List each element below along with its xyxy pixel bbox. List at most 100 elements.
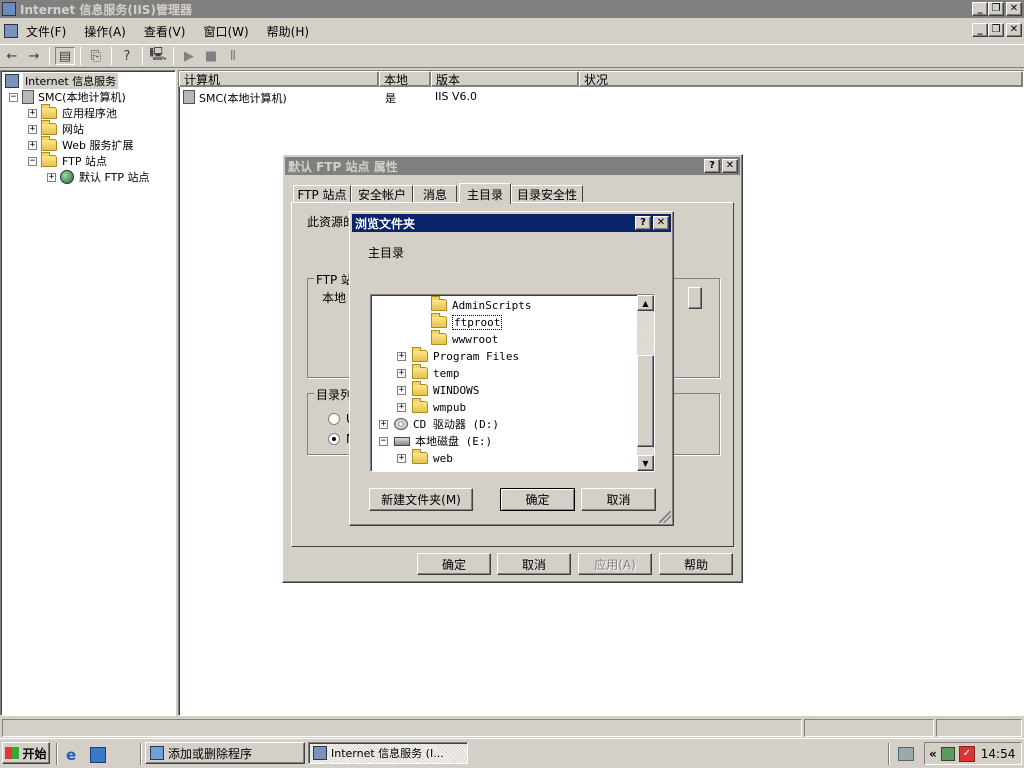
computer-icon[interactable]: 🖳 [148,47,168,65]
tree-pane[interactable]: Internet 信息服务 − SMC(本地计算机) + 应用程序池 + 网站 … [0,70,176,716]
child-close-button[interactable]: ✕ [1006,23,1022,37]
back-arrow-icon[interactable]: ← [2,47,22,65]
expand-icon[interactable]: + [28,124,37,134]
minimize-button[interactable]: _ [972,2,988,16]
browse-cancel-button[interactable]: 取消 [581,488,656,511]
tray-connection-icon[interactable] [940,746,955,761]
folder-icon [431,330,447,345]
folder-tree-item[interactable]: ftproot [431,313,503,330]
menu-help[interactable]: 帮助(H) [267,23,309,40]
ie-quicklaunch-icon[interactable]: e [66,747,82,763]
expand-icon[interactable]: + [397,368,406,378]
properties-close-button[interactable]: ✕ [722,159,738,173]
tree-computer[interactable]: − SMC(本地计算机) [9,89,126,105]
folder-tree-item[interactable]: + Program Files [397,347,519,364]
export-list-icon[interactable]: ⎘ [86,47,106,65]
help-question-button[interactable]: ? [704,159,720,173]
browse-titlebar[interactable]: 浏览文件夹 ? ✕ [352,214,671,232]
expand-icon[interactable]: + [397,453,406,463]
column-header-computer[interactable]: 计算机 [179,71,379,87]
ftp-site-icon [60,170,74,184]
folder-tree-item[interactable]: + WINDOWS [397,381,479,398]
folder-tree-item[interactable]: + wmpub [397,398,466,415]
show-tree-icon[interactable]: ▤ [55,47,75,65]
network-tray-icon[interactable] [898,747,914,761]
menu-view[interactable]: 查看(V) [144,23,186,40]
mmc-doc-icon [4,24,18,38]
folder-tree-item[interactable]: − 本地磁盘 (E:) [379,433,492,449]
browse-help-button[interactable]: ? [635,216,651,230]
scroll-down-arrow-icon[interactable]: ▼ [637,455,654,471]
scroll-thumb[interactable] [637,355,654,447]
collapse-icon[interactable]: − [28,156,37,166]
main-titlebar[interactable]: Internet 信息服务(IIS)管理器 _ ❐ ✕ [0,0,1024,18]
column-header-local[interactable]: 本地 [379,71,431,87]
tree-root[interactable]: Internet 信息服务 [5,73,119,89]
folder-icon [41,152,57,167]
expand-icon[interactable]: + [397,385,406,395]
expand-tray-icon[interactable]: « [929,747,937,761]
folder-tree-item[interactable]: + temp [397,364,460,381]
tab-security-accounts[interactable]: 安全帐户 [351,185,413,203]
properties-titlebar[interactable]: 默认 FTP 站点 属性 ? ✕ [285,157,740,175]
properties-help-button[interactable]: 帮助 [659,553,733,575]
close-button[interactable]: ✕ [1006,2,1022,16]
column-header-version[interactable]: 版本 [431,71,579,87]
expand-icon[interactable]: + [397,402,406,412]
list-row[interactable]: SMC(本地计算机) 是 IIS V6.0 [183,89,583,105]
tree-web-extensions[interactable]: + Web 服务扩展 [28,136,133,153]
tree-ftp-sites[interactable]: − FTP 站点 [28,152,107,169]
iis-root-icon [5,74,19,88]
pause-icon[interactable]: Ⅱ [223,47,243,65]
restore-button[interactable]: ❐ [988,2,1004,16]
play-icon[interactable]: ▶ [179,47,199,65]
tab-home-directory[interactable]: 主目录 [459,183,511,204]
expand-icon[interactable]: + [28,108,37,118]
server-icon [22,90,34,104]
browse-ok-button[interactable]: 确定 [500,488,575,511]
folder-tree-scrollbar[interactable]: ▲ ▼ [637,295,654,471]
expand-icon[interactable]: + [28,140,37,150]
browse-button[interactable] [688,287,702,309]
start-button[interactable]: 开始 [2,742,50,764]
child-restore-button[interactable]: ❐ [988,23,1004,37]
resize-grip-icon[interactable] [659,511,671,523]
child-minimize-button[interactable]: _ [972,23,988,37]
scroll-up-arrow-icon[interactable]: ▲ [637,295,654,311]
cd-drive-icon [394,418,408,430]
folder-icon [412,364,428,379]
new-folder-button[interactable]: 新建文件夹(M) [369,488,473,511]
collapse-icon[interactable]: − [379,436,388,446]
properties-apply-button[interactable]: 应用(A) [578,553,652,575]
expand-icon[interactable]: + [379,419,388,429]
tab-directory-security[interactable]: 目录安全性 [511,185,583,203]
help-icon[interactable]: ? [117,47,137,65]
collapse-icon[interactable]: − [9,92,18,102]
menu-file[interactable]: 文件(F) [26,23,66,40]
forward-arrow-icon[interactable]: → [24,47,44,65]
task-add-remove-programs[interactable]: 添加或删除程序 [145,742,305,764]
folder-tree-item[interactable]: wwwroot [431,330,498,347]
properties-ok-button[interactable]: 确定 [417,553,491,575]
folder-tree-item[interactable]: + CD 驱动器 (D:) [379,416,499,432]
task-iis-manager[interactable]: Internet 信息服务 (I... [308,742,468,764]
tab-ftp-site[interactable]: FTP 站点 [293,185,351,203]
folder-tree[interactable]: AdminScripts ftproot wwwroot + Program Files… [370,294,655,472]
tree-app-pools[interactable]: + 应用程序池 [28,104,117,121]
column-header-status[interactable]: 状况 [579,71,1023,87]
menu-action[interactable]: 操作(A) [84,23,126,40]
stop-icon[interactable]: ■ [201,47,221,65]
folder-tree-item[interactable]: AdminScripts [431,296,531,313]
properties-cancel-button[interactable]: 取消 [497,553,571,575]
folder-tree-item[interactable]: + web [397,449,453,466]
tree-websites[interactable]: + 网站 [28,120,84,137]
folder-icon [412,347,428,362]
explorer-quicklaunch-icon[interactable] [90,747,106,763]
menu-window[interactable]: 窗口(W) [203,23,248,40]
expand-icon[interactable]: + [47,172,56,182]
expand-icon[interactable]: + [397,351,406,361]
tab-messages[interactable]: 消息 [413,185,457,203]
tree-default-ftp[interactable]: + 默认 FTP 站点 [47,169,149,185]
browse-close-button[interactable]: ✕ [653,216,669,230]
tray-alert-icon[interactable]: ✓ [958,745,975,762]
